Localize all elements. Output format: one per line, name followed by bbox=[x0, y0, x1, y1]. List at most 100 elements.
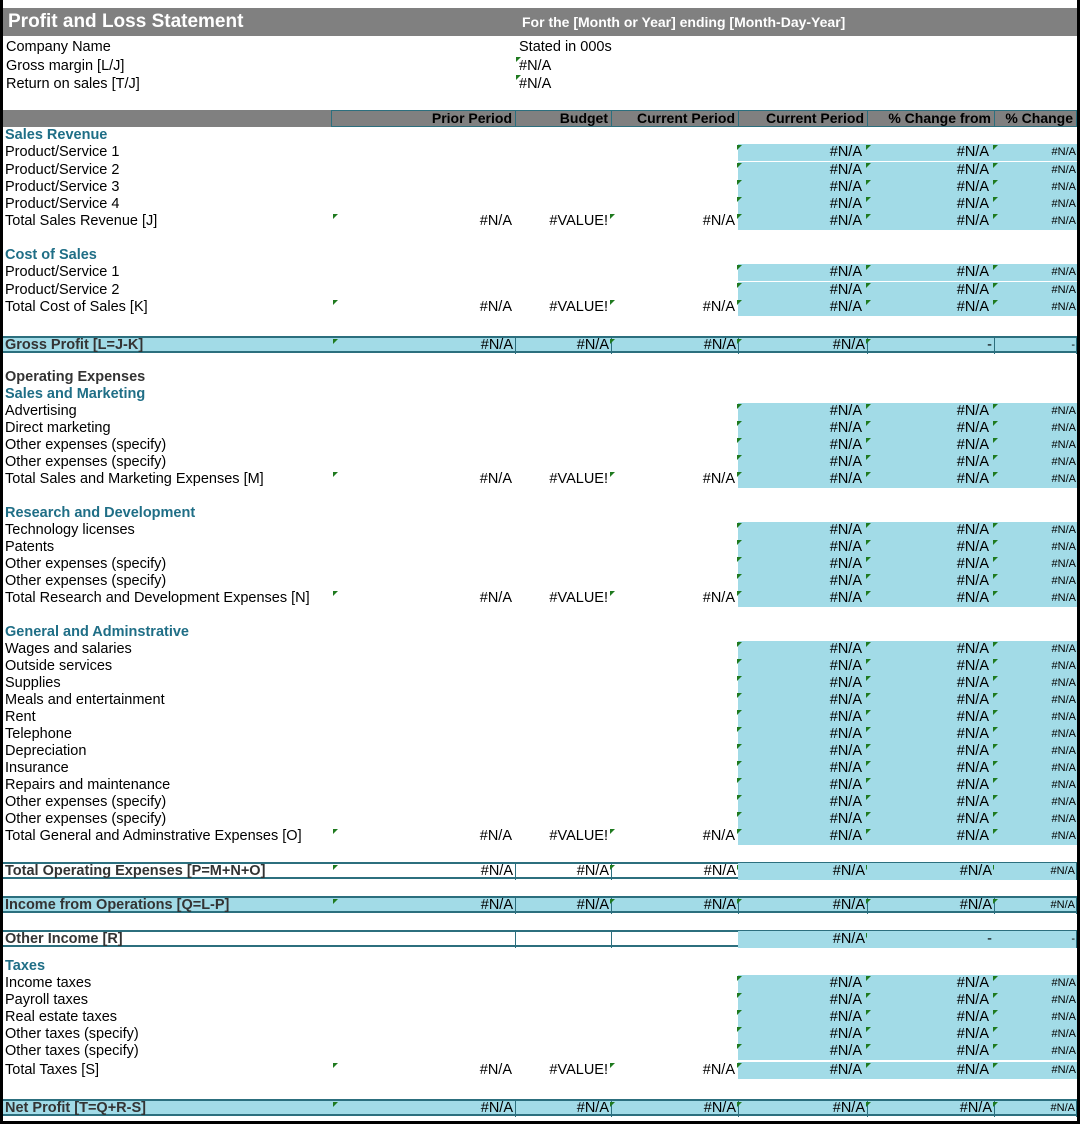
row-label[interactable]: Product/Service 3 bbox=[5, 179, 119, 196]
cell-pct-change-from[interactable]: #N/A bbox=[867, 573, 995, 590]
cell-current-period[interactable] bbox=[611, 794, 739, 811]
cell-current-period-2[interactable]: #N/A bbox=[738, 675, 868, 692]
cell-pct-change-from[interactable]: #N/A bbox=[867, 437, 995, 454]
cell-pct-change-from[interactable]: #N/A bbox=[867, 863, 995, 880]
cell-current-period[interactable]: #N/A bbox=[611, 337, 739, 354]
cell-pct-change[interactable]: #N/A bbox=[994, 144, 1077, 161]
cell-prior-period[interactable] bbox=[331, 1026, 516, 1043]
cell-pct-change-from[interactable]: #N/A bbox=[867, 471, 995, 488]
cell-prior-period[interactable] bbox=[331, 1043, 516, 1060]
col-budget[interactable]: Budget bbox=[515, 110, 612, 127]
cell-current-period-2[interactable]: #N/A bbox=[738, 897, 868, 914]
cell-current-period[interactable] bbox=[611, 196, 739, 213]
cell-current-period-2[interactable]: #N/A bbox=[738, 863, 868, 880]
cell-pct-change[interactable]: #N/A bbox=[994, 539, 1077, 556]
row-label[interactable]: Wages and salaries bbox=[5, 641, 132, 658]
cell-pct-change[interactable]: #N/A bbox=[994, 658, 1077, 675]
cell-budget[interactable]: #N/A bbox=[515, 863, 612, 880]
row-label[interactable]: Total Operating Expenses [P=M+N+O] bbox=[5, 863, 265, 880]
cell-prior-period[interactable]: #N/A bbox=[331, 337, 516, 354]
cell-prior-period[interactable] bbox=[331, 794, 516, 811]
cell-current-period-2[interactable]: #N/A bbox=[738, 264, 868, 281]
cell-budget[interactable] bbox=[515, 811, 612, 828]
row-label[interactable]: Other expenses (specify) bbox=[5, 454, 166, 471]
row-label[interactable]: Other Income [R] bbox=[5, 931, 123, 948]
row-label[interactable]: Other expenses (specify) bbox=[5, 556, 166, 573]
cell-current-period[interactable] bbox=[611, 675, 739, 692]
col-pct-change[interactable]: % Change bbox=[994, 110, 1077, 127]
cell-pct-change[interactable]: #N/A bbox=[994, 811, 1077, 828]
cell-pct-change[interactable]: #N/A bbox=[994, 743, 1077, 760]
cell-current-period[interactable] bbox=[611, 709, 739, 726]
cell-budget[interactable] bbox=[515, 556, 612, 573]
cell-pct-change-from[interactable]: #N/A bbox=[867, 522, 995, 539]
cell-budget[interactable] bbox=[515, 162, 612, 179]
cell-current-period-2[interactable]: #N/A bbox=[738, 743, 868, 760]
row-label[interactable]: Advertising bbox=[5, 403, 77, 420]
cell-prior-period[interactable] bbox=[331, 811, 516, 828]
cell-current-period[interactable]: #N/A bbox=[611, 897, 739, 914]
cell-pct-change[interactable]: - bbox=[994, 931, 1077, 948]
cell-current-period[interactable]: #N/A bbox=[611, 1100, 739, 1117]
cell-prior-period[interactable] bbox=[331, 196, 516, 213]
cell-current-period[interactable] bbox=[611, 658, 739, 675]
cell-pct-change-from[interactable]: #N/A bbox=[867, 1026, 995, 1043]
cell-pct-change-from[interactable]: #N/A bbox=[867, 196, 995, 213]
cell-budget[interactable] bbox=[515, 522, 612, 539]
cell-budget[interactable] bbox=[515, 144, 612, 161]
cell-current-period-2[interactable]: #N/A bbox=[738, 811, 868, 828]
cell-budget[interactable] bbox=[515, 1026, 612, 1043]
cell-current-period[interactable] bbox=[611, 454, 739, 471]
company-name[interactable]: Company Name bbox=[6, 39, 111, 55]
row-label[interactable]: Total Research and Development Expenses … bbox=[5, 590, 310, 607]
cell-pct-change[interactable]: #N/A bbox=[994, 992, 1077, 1009]
cell-pct-change-from[interactable]: #N/A bbox=[867, 794, 995, 811]
cell-current-period-2[interactable]: #N/A bbox=[738, 522, 868, 539]
cell-prior-period[interactable]: #N/A bbox=[331, 590, 516, 607]
cell-prior-period[interactable] bbox=[331, 179, 516, 196]
cell-current-period[interactable] bbox=[611, 641, 739, 658]
cell-pct-change[interactable]: #N/A bbox=[994, 1026, 1077, 1043]
cell-current-period-2[interactable]: #N/A bbox=[738, 1043, 868, 1060]
row-label[interactable]: Other taxes (specify) bbox=[5, 1043, 139, 1060]
cell-pct-change[interactable]: #N/A bbox=[994, 675, 1077, 692]
row-label[interactable]: Payroll taxes bbox=[5, 992, 88, 1009]
cell-budget[interactable] bbox=[515, 692, 612, 709]
cell-prior-period[interactable] bbox=[331, 975, 516, 992]
cell-pct-change-from[interactable]: #N/A bbox=[867, 179, 995, 196]
row-label[interactable]: Net Profit [T=Q+R-S] bbox=[5, 1100, 146, 1117]
cell-pct-change-from[interactable]: #N/A bbox=[867, 420, 995, 437]
cell-current-period[interactable] bbox=[611, 162, 739, 179]
row-label[interactable]: Product/Service 1 bbox=[5, 264, 119, 281]
cell-current-period[interactable] bbox=[611, 403, 739, 420]
page-title[interactable]: Profit and Loss Statement bbox=[8, 11, 243, 33]
cell-pct-change[interactable]: #N/A bbox=[994, 590, 1077, 607]
cell-pct-change[interactable]: - bbox=[994, 337, 1077, 354]
cell-current-period[interactable] bbox=[611, 264, 739, 281]
row-label[interactable]: Product/Service 2 bbox=[5, 282, 119, 299]
cell-pct-change-from[interactable]: #N/A bbox=[867, 897, 995, 914]
cell-prior-period[interactable]: #N/A bbox=[331, 1100, 516, 1117]
row-label[interactable]: Depreciation bbox=[5, 743, 86, 760]
cell-current-period-2[interactable]: #N/A bbox=[738, 213, 868, 230]
cell-budget[interactable]: #VALUE! bbox=[515, 590, 612, 607]
cell-prior-period[interactable] bbox=[331, 403, 516, 420]
row-label[interactable]: Cost of Sales bbox=[5, 247, 97, 264]
row-label[interactable]: Product/Service 1 bbox=[5, 144, 119, 161]
cell-pct-change-from[interactable]: - bbox=[867, 931, 995, 948]
cell-prior-period[interactable] bbox=[331, 777, 516, 794]
cell-prior-period[interactable] bbox=[331, 454, 516, 471]
cell-budget[interactable] bbox=[515, 726, 612, 743]
cell-prior-period[interactable] bbox=[331, 539, 516, 556]
cell-prior-period[interactable] bbox=[331, 264, 516, 281]
cell-current-period[interactable] bbox=[611, 282, 739, 299]
cell-budget[interactable] bbox=[515, 641, 612, 658]
cell-current-period[interactable] bbox=[611, 179, 739, 196]
cell-current-period-2[interactable]: #N/A bbox=[738, 403, 868, 420]
cell-pct-change-from[interactable]: - bbox=[867, 337, 995, 354]
cell-prior-period[interactable] bbox=[331, 992, 516, 1009]
cell-pct-change-from[interactable]: #N/A bbox=[867, 282, 995, 299]
cell-current-period[interactable] bbox=[611, 539, 739, 556]
cell-pct-change[interactable]: #N/A bbox=[994, 556, 1077, 573]
cell-current-period-2[interactable]: #N/A bbox=[738, 144, 868, 161]
